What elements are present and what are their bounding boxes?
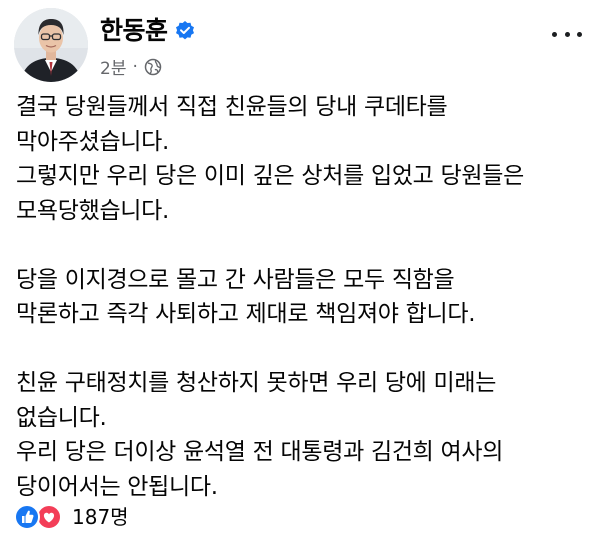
post-text-line: 없습니다. [16, 404, 107, 431]
post-text-line: 우리 당은 더이상 윤석열 전 대통령과 김건희 여사의 [16, 439, 504, 465]
author-line: 한동훈 [100, 16, 196, 46]
more-options-icon[interactable] [552, 22, 582, 46]
facebook-post: 한동훈 2분 · 결국 당원들께서 직접 친윤들의 당내 쿠데타를 막아주셨습니… [0, 0, 600, 536]
meta-separator: · [132, 56, 138, 77]
author-name[interactable]: 한동훈 [100, 16, 168, 46]
post-body: 결국 당원들께서 직접 친윤들의 당내 쿠데타를 막아주셨습니다. 그렇지만 우… [16, 90, 586, 504]
post-meta: 2분 · [100, 54, 162, 79]
reaction-icons [14, 504, 64, 530]
author-avatar[interactable] [14, 8, 88, 82]
post-text-line: 막론하고 즉각 사퇴하고 제대로 책임져야 합니다. [16, 301, 476, 327]
post-header: 한동훈 2분 · [14, 8, 586, 88]
more-dot [564, 31, 570, 37]
profile-photo [14, 8, 88, 82]
post-text-line: 막아주셨습니다. [16, 128, 170, 155]
post-text-line: 당을 이지경으로 몰고 간 사람들은 모두 직함을 [16, 266, 455, 293]
reaction-count[interactable]: 187명 [72, 504, 129, 530]
globe-icon[interactable] [144, 58, 162, 76]
post-timestamp[interactable]: 2분 [100, 54, 126, 79]
post-blank-line [16, 332, 586, 367]
post-text-line: 그렇지만 우리 당은 이미 깊은 상처를 입었고 당원들은 [16, 163, 524, 189]
more-dot [577, 31, 582, 37]
verified-badge-icon [174, 20, 196, 42]
post-text-line: 결국 당원들께서 직접 친윤들의 당내 쿠데타를 [16, 94, 448, 120]
more-dot [552, 31, 557, 37]
post-blank-line [16, 228, 586, 263]
post-text-line: 친윤 구태정치를 청산하지 못하면 우리 당에 미래는 [16, 370, 497, 396]
post-text-line: 당이어서는 안됩니다. [16, 473, 218, 500]
like-icon [14, 504, 40, 530]
post-text-line: 모욕당했습니다. [16, 197, 170, 224]
reactions-bar[interactable]: 187명 [14, 504, 129, 530]
